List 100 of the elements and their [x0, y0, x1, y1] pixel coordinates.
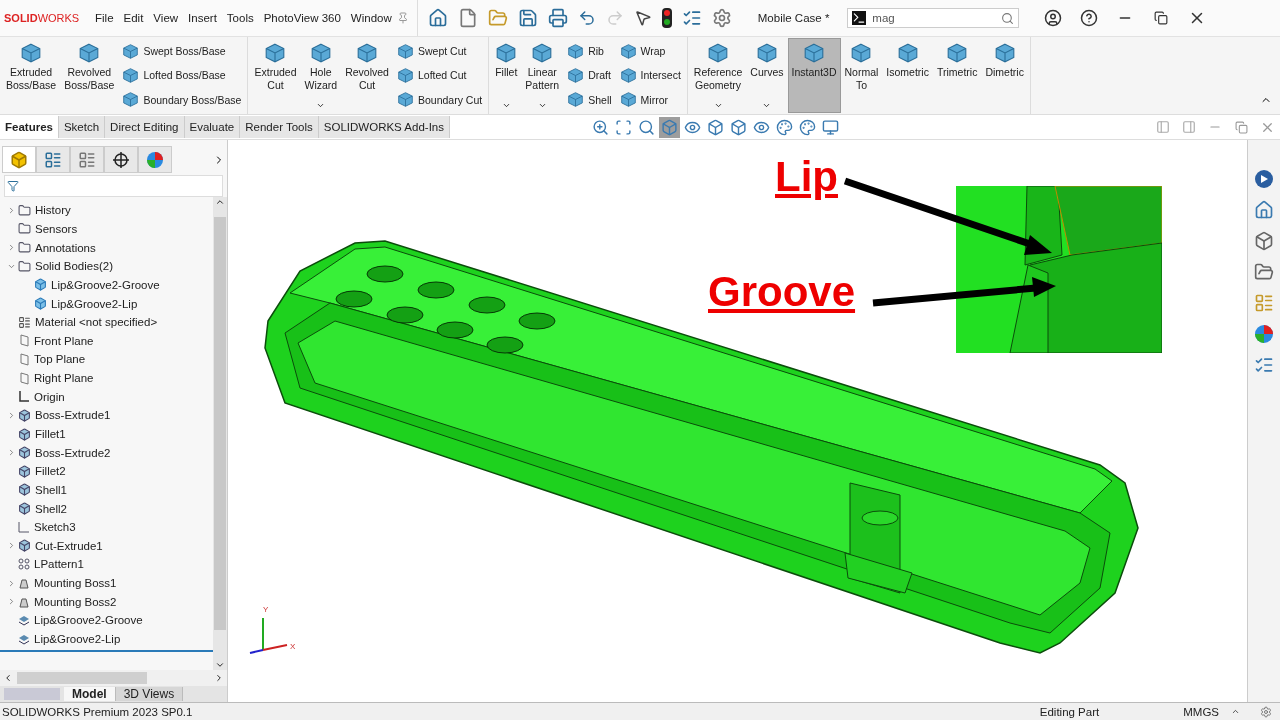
tree-item[interactable]: Front Plane	[0, 331, 213, 351]
ribbon-button[interactable]: Revolved Boss/Base	[60, 38, 119, 113]
folder-icon[interactable]	[1254, 262, 1274, 282]
tree-item[interactable]: Annotations	[0, 238, 213, 257]
ribbon-button[interactable]: Fillet	[491, 38, 522, 113]
tree-item[interactable]: History	[0, 201, 213, 220]
menu-item[interactable]: Tools	[221, 12, 259, 24]
home-icon[interactable]	[427, 8, 448, 28]
scrollbar[interactable]	[0, 670, 227, 686]
home-icon[interactable]	[1254, 200, 1274, 220]
scrollbar[interactable]	[213, 197, 227, 670]
tree-item[interactable]: Material <not specified>	[0, 312, 213, 332]
tree-item[interactable]: Sketch3	[0, 517, 213, 537]
bottom-tab[interactable]: 3D Views	[115, 687, 184, 701]
tree-item[interactable]: Lip&Groove2-Groove	[0, 611, 213, 630]
ribbon-button[interactable]: Boundary Boss/Base	[120, 90, 244, 110]
help-icon[interactable]	[1080, 9, 1099, 27]
ribbon-button[interactable]: Trimetric	[932, 38, 982, 113]
ribbon-button[interactable]: Draft	[565, 66, 614, 85]
tree-item[interactable]: Mounting Boss1	[0, 573, 213, 593]
ribbon-button[interactable]: Dimetric	[981, 38, 1028, 113]
ribbon-button[interactable]: Isometric	[882, 38, 933, 113]
ribbon-button[interactable]: Mirror	[617, 90, 683, 110]
bottom-tab[interactable]: Model	[64, 687, 116, 701]
tree-item[interactable]: Top Plane	[0, 350, 213, 369]
tree-item[interactable]: Boss-Extrude2	[0, 443, 213, 462]
ribbon-button[interactable]: Linear Pattern	[521, 38, 564, 113]
rollback-bar[interactable]	[0, 650, 213, 653]
ribbon-button[interactable]: Boundary Cut	[394, 90, 485, 110]
tree-item[interactable]: Shell1	[0, 480, 213, 500]
tree-item[interactable]: Solid Bodies(2)	[0, 256, 213, 276]
caret-icon[interactable]	[501, 101, 511, 110]
settings-icon[interactable]	[711, 8, 732, 28]
filter-icon[interactable]	[7, 180, 19, 192]
ribbon-button[interactable]: Extruded Cut	[250, 38, 301, 113]
tree-item[interactable]: Mounting Boss2	[0, 592, 213, 612]
ribbon-button[interactable]: Intersect	[617, 66, 683, 85]
tree-item[interactable]: Lip&Groove2-Lip	[0, 294, 213, 313]
command-tab[interactable]: Sketch	[58, 116, 106, 138]
tree-item[interactable]: Right Plane	[0, 368, 213, 388]
list-icon[interactable]	[681, 8, 702, 28]
menu-item[interactable]: Window	[345, 12, 397, 24]
ribbon-button[interactable]: Reference Geometry	[689, 38, 747, 113]
caret-icon[interactable]	[762, 101, 772, 110]
sphere-icon[interactable]	[1254, 324, 1274, 344]
tree-item[interactable]: Fillet1	[0, 424, 213, 444]
menu-item[interactable]: Edit	[118, 12, 149, 24]
settings-icon[interactable]	[1260, 705, 1272, 718]
command-tab[interactable]: Direct Editing	[105, 116, 185, 138]
ribbon-button[interactable]: Revolved Cut	[341, 38, 393, 113]
folder-icon[interactable]	[487, 8, 508, 28]
scroll-down-icon[interactable]	[215, 660, 225, 670]
tree-item[interactable]: Boss-Extrude1	[0, 406, 213, 425]
command-tab[interactable]: Evaluate	[184, 116, 241, 138]
menu-item[interactable]: View	[148, 12, 184, 24]
list-icon[interactable]	[1254, 293, 1274, 313]
ribbon-button[interactable]: Lofted Boss/Base	[120, 66, 244, 85]
printer-icon[interactable]	[547, 8, 568, 28]
ribbon-button[interactable]: Shell	[565, 90, 614, 110]
command-tab[interactable]: SOLIDWORKS Add-Ins	[318, 116, 450, 138]
tree-item[interactable]: Shell2	[0, 499, 213, 518]
menu-item[interactable]: Insert	[183, 12, 222, 24]
traffic-light-icon[interactable]	[661, 8, 672, 28]
user-icon[interactable]	[1044, 9, 1063, 27]
tree-item[interactable]: Cut-Extrude1	[0, 536, 213, 556]
ribbon-button[interactable]: Instant3D	[787, 38, 841, 113]
scroll-left-icon[interactable]	[3, 673, 13, 683]
ribbon-button[interactable]: Swept Cut	[394, 41, 485, 61]
ribbon-button[interactable]: Normal To	[840, 38, 883, 113]
ribbon-button[interactable]: Wrap	[617, 41, 683, 61]
tree-item[interactable]: Fillet2	[0, 461, 213, 481]
ribbon-button[interactable]: Swept Boss/Base	[120, 41, 244, 61]
pointer-icon[interactable]	[633, 9, 652, 27]
ribbon-button[interactable]: Extruded Boss/Base	[2, 38, 61, 113]
tree-item[interactable]: Lip&Groove2-Lip	[0, 629, 213, 649]
ribbon-button[interactable]: Lofted Cut	[394, 66, 485, 85]
tree-item[interactable]: LPattern1	[0, 555, 213, 574]
list-icon[interactable]	[1254, 355, 1274, 375]
ribbon-button[interactable]: Rib	[565, 41, 614, 61]
scroll-right-icon[interactable]	[214, 673, 224, 683]
view-tool-button[interactable]	[659, 116, 680, 138]
tree-item[interactable]: Origin	[0, 387, 213, 407]
restore-icon[interactable]	[1154, 11, 1169, 25]
caret-icon[interactable]	[537, 101, 547, 110]
menu-item[interactable]: PhotoView 360	[258, 12, 346, 24]
resources-icon[interactable]	[1254, 169, 1274, 189]
caret-icon[interactable]	[316, 101, 326, 110]
menu-item[interactable]: File	[90, 12, 119, 24]
ribbon-button[interactable]: Hole Wizard	[300, 38, 342, 113]
undo-icon[interactable]	[577, 9, 596, 27]
search-icon[interactable]	[1001, 11, 1015, 25]
cube-icon[interactable]	[1254, 231, 1274, 251]
save-icon[interactable]	[517, 8, 538, 28]
caret-icon[interactable]	[1231, 707, 1240, 716]
command-tab[interactable]: Render Tools	[240, 116, 319, 138]
panel-tab[interactable]	[104, 146, 138, 173]
search-field[interactable]: mag	[847, 8, 1020, 28]
scroll-up-icon[interactable]	[215, 197, 225, 207]
tree-item[interactable]: Sensors	[0, 219, 213, 239]
unit-system[interactable]: MMGS	[1183, 705, 1219, 718]
